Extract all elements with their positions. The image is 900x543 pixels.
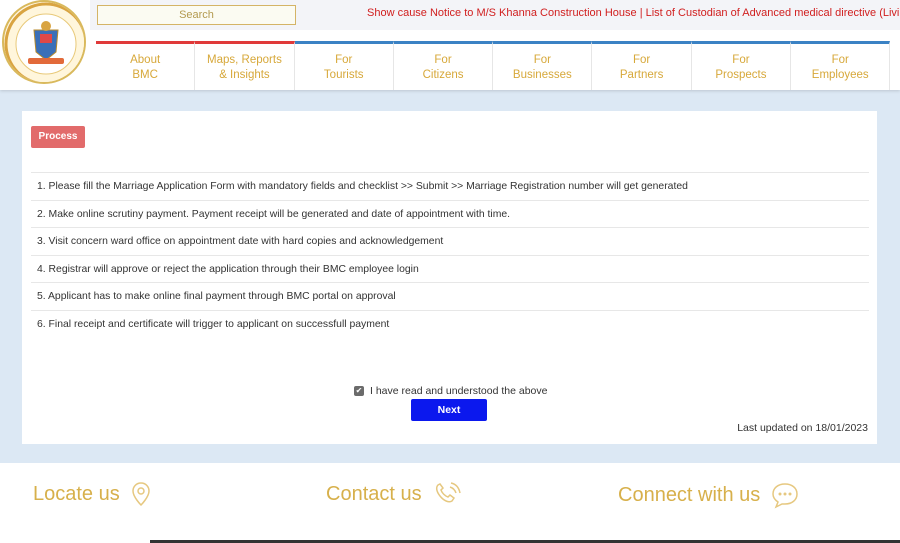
nav-partners[interactable]: For Partners	[592, 41, 692, 90]
step-item: 5. Applicant has to make online final pa…	[31, 282, 869, 310]
locate-us-label: Locate us	[33, 482, 120, 505]
nav-maps-reports[interactable]: Maps, Reports & Insights	[195, 41, 295, 90]
nav-label-line1: About	[130, 54, 161, 66]
agree-checkbox[interactable]: ✔	[354, 386, 364, 396]
agree-label: I have read and understood the above	[370, 385, 548, 397]
connect-with-us-label: Connect with us	[618, 483, 761, 506]
nav-about-bmc[interactable]: About BMC	[96, 41, 196, 90]
process-badge: Process	[31, 126, 85, 148]
last-updated: Last updated on 18/01/2023	[737, 422, 868, 434]
search-input[interactable]: Search	[97, 5, 296, 25]
nav-label-line2: Employees	[811, 69, 869, 81]
step-item: 3. Visit concern ward office on appointm…	[31, 227, 869, 255]
contact-us-link[interactable]: Contact us	[326, 481, 462, 507]
nav-label-line1: For	[533, 54, 551, 66]
step-item: 1. Please fill the Marriage Application …	[31, 172, 869, 200]
nav-tourists[interactable]: For Tourists	[294, 41, 394, 90]
nav-label-line1: For	[732, 54, 750, 66]
nav-label-line2: & Insights	[219, 69, 270, 81]
phone-icon	[435, 482, 461, 503]
bmc-emblem-icon	[4, 2, 84, 82]
site-header: Search Show cause Notice to M/S Khanna C…	[0, 0, 900, 90]
agree-row: ✔ I have read and understood the above	[354, 385, 547, 397]
connect-with-us-link[interactable]: Connect with us	[618, 481, 800, 509]
nav-businesses[interactable]: For Businesses	[493, 41, 593, 90]
process-card: Process 1. Please fill the Marriage Appl…	[22, 111, 877, 444]
locate-us-link[interactable]: Locate us	[33, 481, 152, 507]
location-pin-icon	[131, 482, 150, 507]
nav-label-line1: For	[434, 54, 452, 66]
nav-label-line2: Citizens	[422, 69, 464, 81]
nav-label-line1: For	[633, 54, 651, 66]
bmc-logo[interactable]	[2, 0, 86, 84]
nav-label-line1: For	[831, 54, 849, 66]
nav-label-line2: BMC	[132, 69, 158, 81]
nav-label-line2: Tourists	[323, 69, 364, 81]
nav-employees[interactable]: For Employees	[791, 41, 891, 90]
nav-label-line1: For	[335, 54, 353, 66]
top-bar: Search Show cause Notice to M/S Khanna C…	[90, 0, 900, 30]
step-item: 4. Registrar will approve or reject the …	[31, 254, 869, 283]
main-nav: About BMC Maps, Reports & Insights For T…	[96, 41, 900, 90]
nav-label-line2: Prospects	[715, 69, 767, 81]
process-steps: 1. Please fill the Marriage Application …	[31, 172, 869, 338]
contact-us-label: Contact us	[326, 482, 422, 505]
news-ticker[interactable]: Show cause Notice to M/S Khanna Construc…	[367, 7, 900, 19]
site-footer: Locate us Contact us Connect with us	[0, 463, 900, 543]
step-item: 2. Make online scrutiny payment. Payment…	[31, 199, 869, 228]
next-button[interactable]: Next	[411, 399, 487, 421]
nav-label-line2: Businesses	[512, 69, 572, 81]
nav-prospects[interactable]: For Prospects	[691, 41, 792, 90]
nav-label-line2: Partners	[619, 69, 664, 81]
step-item: 6. Final receipt and certificate will tr…	[31, 309, 869, 338]
nav-label-line1: Maps, Reports	[207, 54, 282, 66]
chat-bubble-icon	[772, 483, 799, 509]
nav-citizens[interactable]: For Citizens	[393, 41, 494, 90]
